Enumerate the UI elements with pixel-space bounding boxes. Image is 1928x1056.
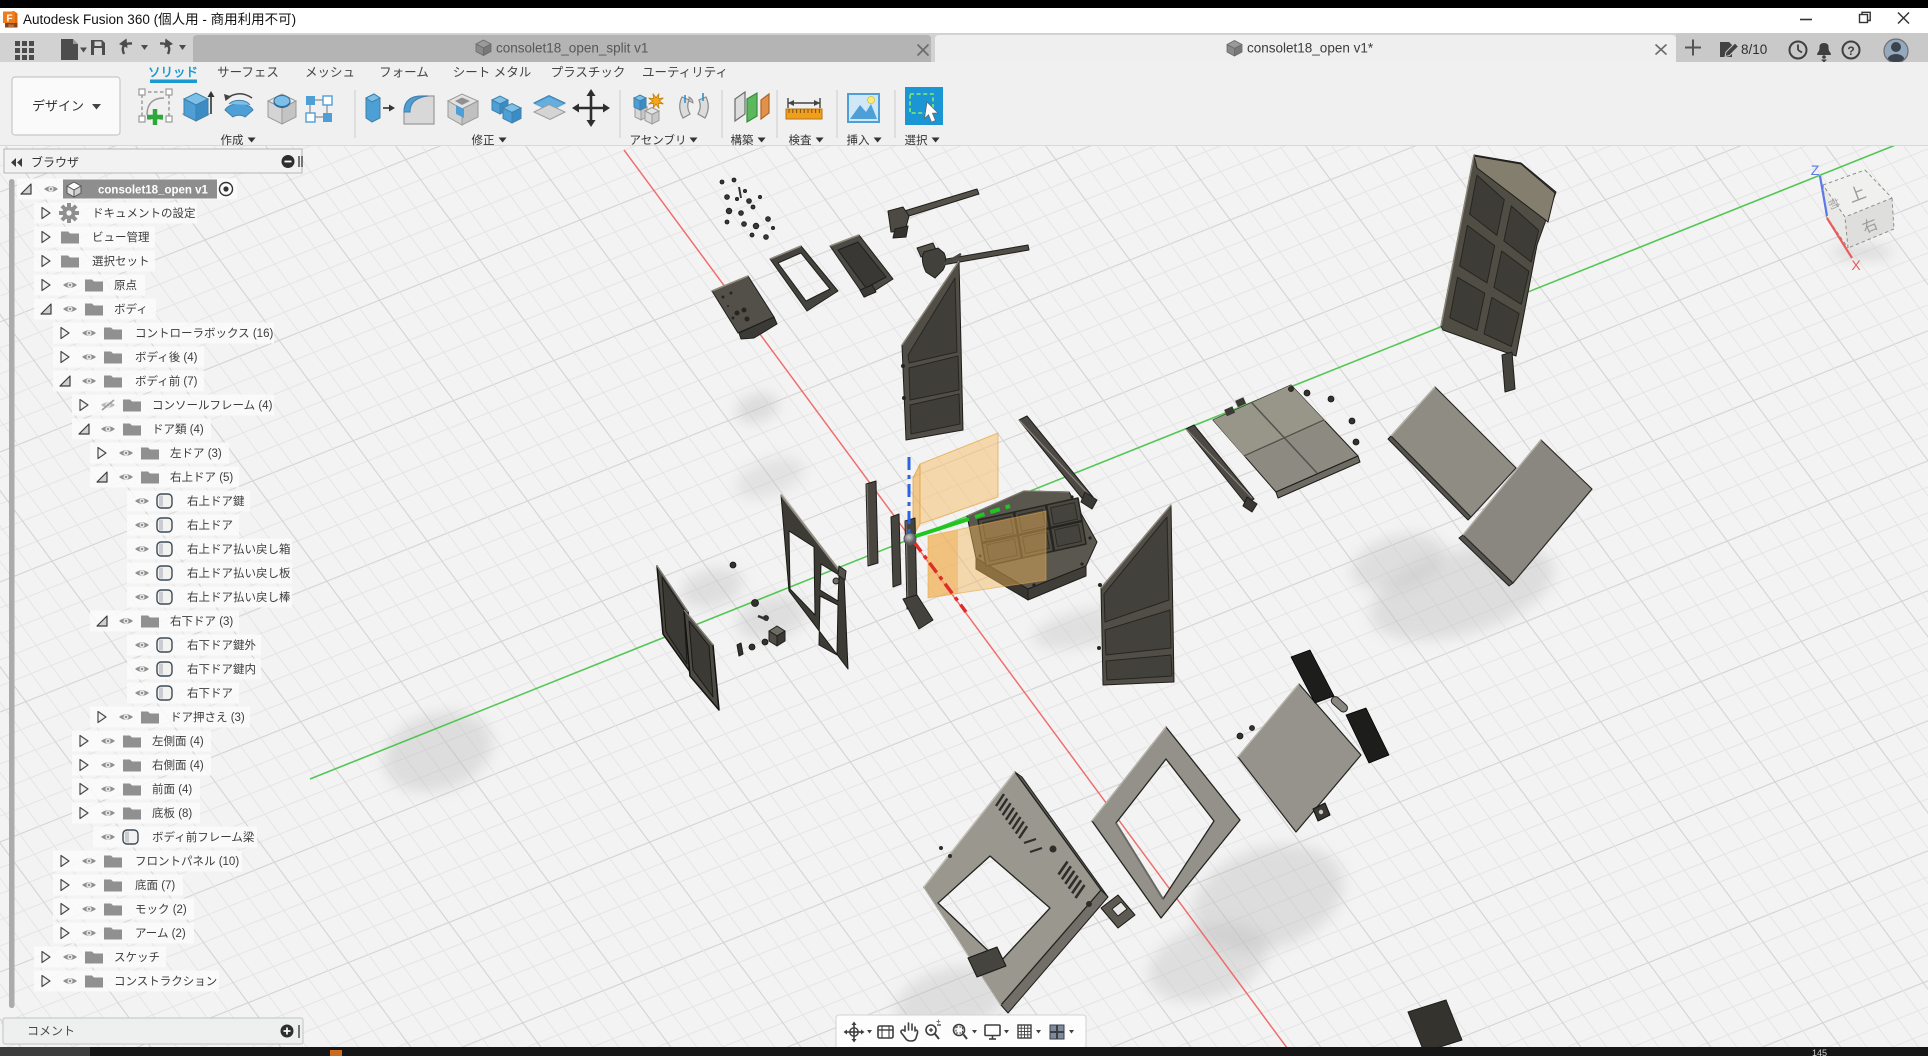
svg-text:ユーティリティ: ユーティリティ xyxy=(642,66,728,80)
svg-text:メッシュ: メッシュ xyxy=(305,66,355,80)
svg-text:ブラウザ: ブラウザ xyxy=(31,155,79,170)
svg-text:右上ドア (5): 右上ドア (5) xyxy=(170,470,233,484)
svg-text:+: + xyxy=(936,1017,941,1026)
svg-text:デザイン: デザイン xyxy=(32,99,84,114)
svg-text:consolet18_open_split v1: consolet18_open_split v1 xyxy=(496,41,648,56)
svg-text:プラスチック: プラスチック xyxy=(551,66,626,80)
svg-text:360: 360 xyxy=(8,24,14,28)
svg-text:左ドア (3): 左ドア (3) xyxy=(170,446,222,460)
svg-text:右下ドア鍵外: 右下ドア鍵外 xyxy=(187,638,256,652)
svg-text:コメント: コメント xyxy=(27,1024,75,1038)
svg-text:挿入: 挿入 xyxy=(847,133,870,146)
svg-text:前面 (4): 前面 (4) xyxy=(152,782,192,796)
svg-text:右側面 (4): 右側面 (4) xyxy=(152,758,204,772)
svg-text:ボディ: ボディ xyxy=(114,302,148,316)
svg-text:作成: 作成 xyxy=(221,134,244,146)
svg-text:右上ドア払い戻し棒: 右上ドア払い戻し棒 xyxy=(187,590,291,604)
svg-text:ドア類 (4): ドア類 (4) xyxy=(152,423,204,436)
svg-text:フォーム: フォーム xyxy=(379,66,429,80)
svg-text:右下ドア鍵内: 右下ドア鍵内 xyxy=(187,662,256,676)
svg-text:F: F xyxy=(6,14,12,25)
svg-text:ドア押さえ (3): ドア押さえ (3) xyxy=(170,710,245,724)
svg-text:コントローラボックス (16): コントローラボックス (16) xyxy=(135,327,273,340)
svg-text:原点: 原点 xyxy=(114,279,137,292)
svg-text:スケッチ: スケッチ xyxy=(114,951,160,964)
svg-text:検査: 検査 xyxy=(789,133,812,146)
svg-text:左側面 (4): 左側面 (4) xyxy=(152,734,204,748)
svg-text:右下ドア (3): 右下ドア (3) xyxy=(170,614,233,628)
svg-text:ソリッド: ソリッド xyxy=(148,66,198,80)
svg-text:修正: 修正 xyxy=(472,133,495,146)
svg-text:底面 (7): 底面 (7) xyxy=(135,878,175,892)
svg-text:Autodesk Fusion 360 (個人用 - 商用利: Autodesk Fusion 360 (個人用 - 商用利用不可) xyxy=(23,12,296,27)
svg-text:consolet18_open v1*: consolet18_open v1* xyxy=(1247,41,1374,56)
svg-text:コンストラクション: コンストラクション xyxy=(114,975,217,988)
svg-text:底板 (8): 底板 (8) xyxy=(152,806,192,820)
svg-text:145: 145 xyxy=(1812,1048,1827,1056)
svg-text:8/10: 8/10 xyxy=(1741,42,1767,57)
svg-text:右下ドア: 右下ドア xyxy=(187,686,233,700)
svg-text:ドキュメントの設定: ドキュメントの設定 xyxy=(92,206,196,220)
svg-text:コンソールフレーム (4): コンソールフレーム (4) xyxy=(152,399,273,412)
svg-text:アーム (2): アーム (2) xyxy=(135,927,186,940)
svg-text:ボディ前フレーム梁: ボディ前フレーム梁 xyxy=(152,830,255,844)
svg-text:?: ? xyxy=(1847,44,1854,58)
svg-text:右上ドア払い戻し板: 右上ドア払い戻し板 xyxy=(187,566,291,580)
svg-text:選択セット: 選択セット xyxy=(92,254,150,268)
svg-text:右上ドア: 右上ドア xyxy=(187,518,233,532)
svg-text:選択: 選択 xyxy=(905,133,928,146)
svg-text:Z: Z xyxy=(1811,162,1820,178)
svg-text:ボディ後 (4): ボディ後 (4) xyxy=(135,350,198,364)
svg-text:ボディ前 (7): ボディ前 (7) xyxy=(135,374,198,388)
svg-text:シート メタル: シート メタル xyxy=(453,66,531,80)
svg-text:X: X xyxy=(1851,257,1861,273)
svg-text:モック (2): モック (2) xyxy=(135,903,187,916)
svg-text:ビュー管理: ビュー管理 xyxy=(92,230,150,244)
svg-text:アセンブリ: アセンブリ xyxy=(630,133,687,146)
svg-text:consolet18_open v1: consolet18_open v1 xyxy=(98,185,209,197)
svg-text:右上ドア鍵: 右上ドア鍵 xyxy=(187,494,245,508)
svg-text:サーフェス: サーフェス xyxy=(217,66,279,80)
svg-text:フロントパネル (10): フロントパネル (10) xyxy=(135,855,239,868)
svg-text:構築: 構築 xyxy=(731,133,754,146)
svg-text:右上ドア払い戻し箱: 右上ドア払い戻し箱 xyxy=(187,542,291,556)
